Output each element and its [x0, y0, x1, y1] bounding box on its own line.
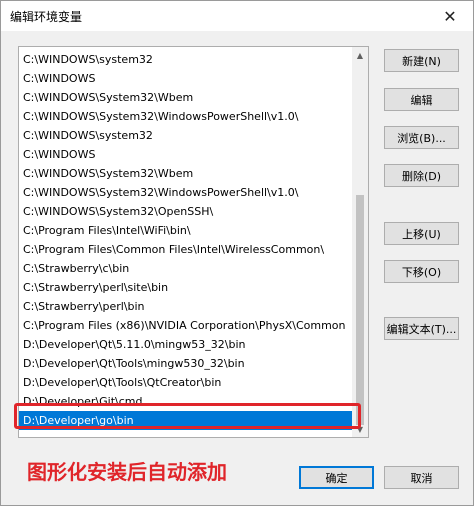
path-list[interactable]: C:\WINDOWS\system32 C:\WINDOWS C:\WINDOWS\… — [18, 46, 369, 438]
edit-text-button[interactable]: 编辑文本(T)... — [384, 317, 459, 340]
path-list-item[interactable]: C:\WINDOWS — [19, 69, 353, 88]
path-list-item[interactable]: C:\Strawberry\perl\bin — [19, 297, 353, 316]
scrollbar-thumb[interactable] — [356, 195, 364, 425]
path-list-item[interactable]: C:\WINDOWS\system32 — [19, 126, 353, 145]
ok-button[interactable]: 确定 — [299, 466, 374, 489]
window-title: 编辑环境变量 — [10, 10, 83, 24]
cancel-button[interactable]: 取消 — [384, 466, 459, 489]
delete-button[interactable]: 删除(D) — [384, 164, 459, 187]
path-list-item[interactable]: D:\Developer\Qt\5.11.0\mingw53_32\bin — [19, 335, 353, 354]
path-list-item[interactable]: C:\WINDOWS — [19, 145, 353, 164]
edit-env-variable-dialog: 编辑环境变量 ✕ C:\WINDOWS\system32 C:\WINDOWS C:… — [0, 0, 474, 506]
annotation-highlight-box — [14, 403, 361, 429]
path-list-item[interactable]: C:\WINDOWS\System32\Wbem — [19, 88, 353, 107]
path-list-item[interactable]: C:\Program Files (x86)\NVIDIA Corporatio… — [19, 316, 353, 335]
move-down-button[interactable]: 下移(O) — [384, 260, 459, 283]
path-list-item[interactable]: D:\Developer\Qt\Tools\QtCreator\bin — [19, 373, 353, 392]
new-button[interactable]: 新建(N) — [384, 49, 459, 72]
scroll-up-icon[interactable]: ▲ — [352, 47, 368, 63]
move-up-button[interactable]: 上移(U) — [384, 222, 459, 245]
path-list-item[interactable]: C:\Strawberry\perl\site\bin — [19, 278, 353, 297]
path-list-item[interactable]: C:\WINDOWS\System32\WindowsPowerShell\v1… — [19, 107, 353, 126]
path-list-item[interactable]: C:\Program Files\Common Files\Intel\Wire… — [19, 240, 353, 259]
path-list-item[interactable]: C:\WINDOWS\system32 — [19, 50, 353, 69]
browse-button[interactable]: 浏览(B)... — [384, 126, 459, 149]
edit-button[interactable]: 编辑 — [384, 88, 459, 111]
path-list-item[interactable]: C:\WINDOWS\System32\OpenSSH\ — [19, 202, 353, 221]
annotation-label: 图形化安装后自动添加 — [27, 460, 227, 484]
path-list-rows: C:\WINDOWS\system32 C:\WINDOWS C:\WINDOWS\… — [19, 50, 353, 430]
path-list-item[interactable]: C:\WINDOWS\System32\WindowsPowerShell\v1… — [19, 183, 353, 202]
path-list-item[interactable]: C:\WINDOWS\System32\Wbem — [19, 164, 353, 183]
path-list-scrollbar[interactable]: ▲ ▼ — [352, 47, 368, 437]
path-list-item[interactable]: D:\Developer\Qt\Tools\mingw530_32\bin — [19, 354, 353, 373]
path-list-item[interactable]: C:\Program Files\Intel\WiFi\bin\ — [19, 221, 353, 240]
title-bar: 编辑环境变量 ✕ — [1, 1, 473, 31]
close-icon[interactable]: ✕ — [427, 1, 473, 31]
path-list-item[interactable]: C:\Strawberry\c\bin — [19, 259, 353, 278]
